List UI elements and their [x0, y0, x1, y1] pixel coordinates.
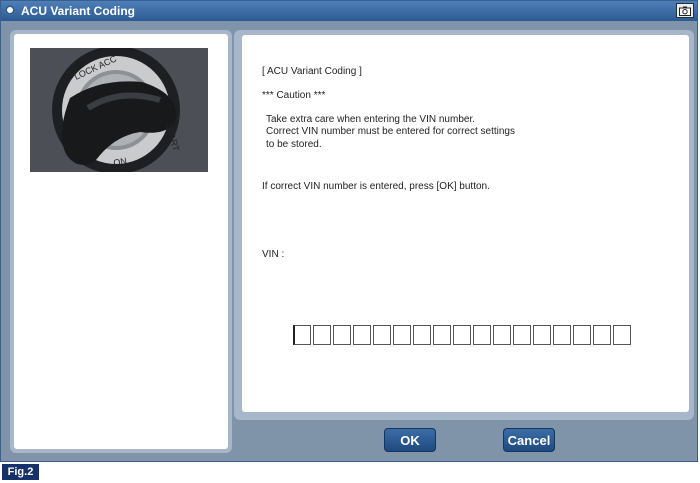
vin-input[interactable]	[293, 325, 633, 345]
vin-char-box[interactable]	[313, 325, 331, 345]
window-title: ACU Variant Coding	[21, 4, 136, 18]
left-panel: LOCK ACC START ON	[10, 30, 232, 453]
vin-label: VIN :	[262, 249, 285, 260]
vin-char-box[interactable]	[593, 325, 611, 345]
vin-char-box[interactable]	[473, 325, 491, 345]
vin-char-box[interactable]	[293, 325, 311, 345]
caution-line-1: Take extra care when entering the VIN nu…	[266, 114, 476, 125]
right-panel-content: [ ACU Variant Coding ] *** Caution *** T…	[242, 35, 689, 412]
vin-char-box[interactable]	[493, 325, 511, 345]
vin-char-box[interactable]	[353, 325, 371, 345]
caution-line-2: Correct VIN number must be entered for c…	[266, 126, 515, 137]
cancel-button[interactable]: Cancel	[503, 428, 555, 452]
camera-icon[interactable]	[676, 3, 694, 18]
vin-char-box[interactable]	[533, 325, 551, 345]
left-panel-content: LOCK ACC START ON	[14, 34, 228, 449]
dialog-heading: [ ACU Variant Coding ]	[262, 66, 362, 77]
ok-button[interactable]: OK	[384, 428, 436, 452]
vin-char-box[interactable]	[393, 325, 411, 345]
vin-char-box[interactable]	[433, 325, 451, 345]
caution-text: *** Caution ***	[262, 90, 326, 101]
title-bar: ACU Variant Coding	[1, 1, 697, 21]
vin-char-box[interactable]	[453, 325, 471, 345]
ignition-key-image: LOCK ACC START ON	[30, 48, 208, 172]
caution-line-3: to be stored.	[266, 139, 322, 150]
vin-char-box[interactable]	[573, 325, 591, 345]
vin-char-box[interactable]	[373, 325, 391, 345]
right-panel: [ ACU Variant Coding ] *** Caution *** T…	[234, 30, 694, 420]
window-icon	[5, 5, 15, 15]
vin-char-box[interactable]	[513, 325, 531, 345]
vin-char-box[interactable]	[333, 325, 351, 345]
figure-label: Fig.2	[2, 464, 39, 480]
vin-char-box[interactable]	[413, 325, 431, 345]
vin-char-box[interactable]	[613, 325, 631, 345]
instruction-text: If correct VIN number is entered, press …	[262, 181, 490, 192]
acu-variant-coding-window: ACU Variant Coding LOCK ACC START ON [A…	[0, 0, 698, 462]
vin-char-box[interactable]	[553, 325, 571, 345]
